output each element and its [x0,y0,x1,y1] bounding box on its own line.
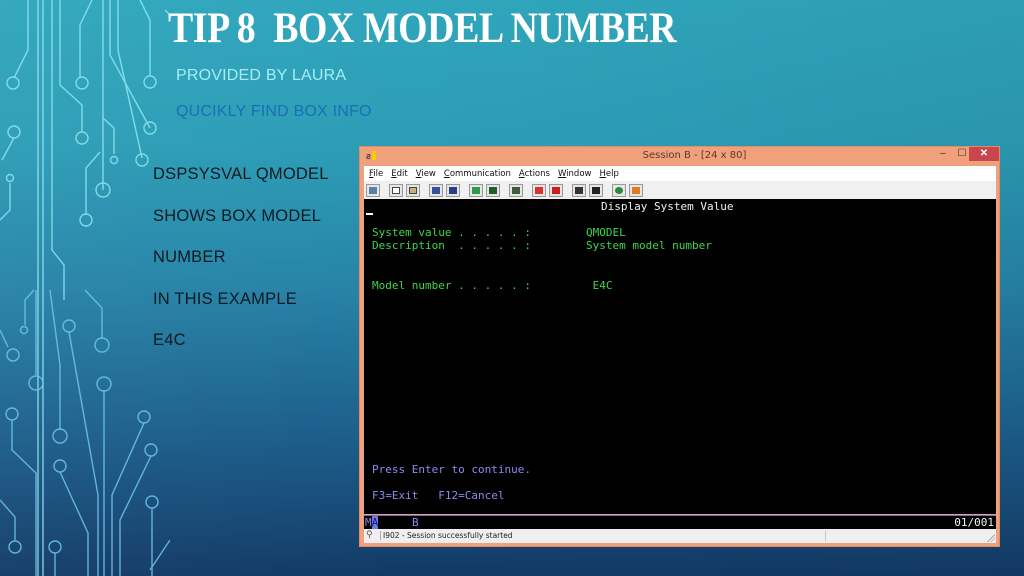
menu-actions[interactable]: Actions [519,169,550,179]
oia-session: B [412,516,419,529]
window-titlebar[interactable]: ƨ Session B - [24 x 80] ‒ ☐ ✕ [360,147,999,166]
connect-icon[interactable] [612,183,626,197]
continue-prompt: Press Enter to continue. [372,463,531,476]
oia-cursor-position: 01/001 [954,516,994,529]
record-macro-icon[interactable] [532,183,546,197]
bullet-item: SHOWS BOX MODEL [153,206,322,225]
menu-communication[interactable]: Communication [444,169,511,179]
resize-grip[interactable] [987,534,995,542]
print-screen-icon[interactable] [366,183,380,197]
bullet-item: DSPSYSVAL QMODEL [153,165,329,183]
field-value-system-value: QMODEL [586,226,626,239]
stop-macro-icon[interactable] [549,183,563,197]
menu-help[interactable]: Help [599,169,618,179]
menu-file[interactable]: File [369,169,383,179]
screen-title: Display System Value [601,200,734,213]
bullet-list: DSPSYSVAL QMODEL SHOWS BOX MODEL NUMBER … [153,164,329,372]
display-keypad-icon[interactable] [469,183,483,197]
oia-mode: MA [365,516,379,529]
terminal-emulator-window: ƨ Session B - [24 x 80] ‒ ☐ ✕ File Edit … [359,146,1000,547]
bullet-item: NUMBER [153,248,226,266]
receive-file-icon[interactable] [446,183,460,197]
slide-subtitle: PROVIDED BY LAURA [176,67,347,84]
minimize-button[interactable]: ‒ [934,147,952,161]
operator-info-area: MA B 01/001 [364,516,996,529]
status-divider [825,530,826,542]
menu-edit[interactable]: Edit [391,169,407,179]
connection-status-icon: ⚲ [366,530,373,540]
quick-keypad-icon[interactable] [486,183,500,197]
text-cursor [366,213,373,215]
slide-subtitle-secondary: QUCIKLY FIND BOX INFO [176,103,372,120]
menu-view[interactable]: View [416,169,436,179]
color-map-icon[interactable] [509,183,523,197]
field-value-description: System model number [586,239,712,252]
send-file-icon[interactable] [429,183,443,197]
function-keys: F3=Exit F12=Cancel [372,489,505,502]
status-bar: ⚲ I902 - Session successfully started [364,529,996,543]
copy-icon[interactable] [389,183,403,197]
terminal-screen[interactable]: Display System Value System value . . . … [364,199,996,517]
slide-title: TIP 8 BOX MODEL NUMBER [168,5,677,52]
toolbar [364,181,996,199]
customize-icon[interactable] [629,183,643,197]
field-label-system-value: System value . . . . . : [372,226,531,239]
bullet-item: E4C [153,331,186,349]
bullet-item: IN THIS EXAMPLE [153,289,297,308]
window-title: Session B - [24 x 80] [642,150,747,161]
paste-icon[interactable] [406,183,420,197]
field-label-model-number: Model number . . . . . : [372,279,531,292]
circuit-decoration [0,0,170,576]
oia-mode-highlight: A [371,516,379,529]
play-macro-icon[interactable] [572,183,586,197]
status-message: I902 - Session successfully started [380,531,513,540]
field-value-model-number: E4C [586,279,613,292]
menu-bar: File Edit View Communication Actions Win… [364,166,996,181]
menu-window[interactable]: Window [558,169,592,179]
close-button[interactable]: ✕ [969,147,999,161]
field-label-description: Description . . . . . : [372,239,531,252]
pause-macro-icon[interactable] [589,183,603,197]
